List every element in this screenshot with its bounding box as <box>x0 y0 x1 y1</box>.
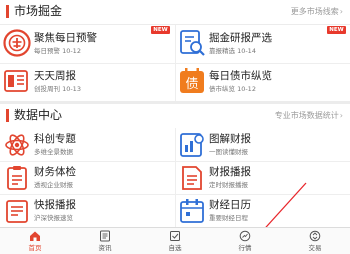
clipboard-check-icon <box>7 166 27 190</box>
tab-watchlist[interactable]: 自选 <box>140 228 210 254</box>
data-item-finance-calendar[interactable]: 财经日历 重要财经日程 <box>175 194 350 227</box>
item-name: 图解财报 <box>209 133 251 145</box>
data-item-illustrated-report[interactable]: 图解财报 一图读懂财报 <box>175 128 350 161</box>
data-center-grid: 科创专题 多维全景数据 图解财报 一图读懂财报 财务体检 透视企业财报 财报播报… <box>0 128 350 227</box>
tab-label: 行情 <box>238 244 252 252</box>
section-title: 市场掘金 <box>14 4 63 18</box>
tab-trade[interactable]: 交易 <box>280 228 350 254</box>
item-subtitle: 靠报精选 10-14 <box>209 47 256 55</box>
market-grid: 聚焦每日预警 每日预警 10-12 NEW 掘金研报严选 靠报精选 10-14 … <box>0 25 350 101</box>
chevron-right-icon: › <box>339 111 343 120</box>
section-title: 数据中心 <box>14 108 63 122</box>
item-subtitle: 创投周刊 10-13 <box>34 85 81 93</box>
tab-label: 交易 <box>308 244 322 252</box>
section-accent-bar <box>6 5 9 18</box>
item-subtitle: 一图读懂财报 <box>209 148 248 156</box>
report-search-icon <box>180 30 205 56</box>
svg-text:债: 债 <box>185 77 198 92</box>
item-name: 财务体检 <box>34 166 76 178</box>
flash-document-icon <box>6 200 28 223</box>
market-item-daily-alert[interactable]: 聚焦每日预警 每日预警 10-12 NEW <box>0 25 175 63</box>
item-subtitle: 债市纵览 10-12 <box>209 85 256 93</box>
tab-home[interactable]: 首页 <box>0 228 70 254</box>
item-name: 天天周报 <box>34 70 76 82</box>
tab-label: 资讯 <box>98 244 112 252</box>
bond-calendar-icon: 债 <box>180 68 204 93</box>
chart-report-icon <box>180 133 204 157</box>
item-name: 掘金研报严选 <box>209 32 272 44</box>
document-broadcast-icon <box>182 166 202 190</box>
chevron-right-icon: › <box>339 7 343 16</box>
data-item-flash-broadcast[interactable]: 快报播报 沪深快报速览 <box>0 194 175 227</box>
item-name: 财报播报 <box>209 166 251 178</box>
market-section-header: 市场掘金 更多市场线索› <box>0 0 350 24</box>
alert-seal-icon <box>3 29 31 57</box>
item-name: 快报播报 <box>34 199 76 211</box>
tab-news[interactable]: 资讯 <box>70 228 140 254</box>
item-subtitle: 透视企业财报 <box>34 181 73 189</box>
market-item-bond-overview[interactable]: 债 每日债市纵览 债市纵览 10-12 <box>175 63 350 101</box>
calendar-icon <box>180 199 204 223</box>
market-gauge-icon <box>239 230 251 242</box>
bottom-tab-bar: 首页 资讯 自选 行情 交易 <box>0 227 350 254</box>
more-link-label: 更多市场线索 <box>290 7 339 16</box>
tab-label: 自选 <box>168 244 182 252</box>
item-subtitle: 多维全景数据 <box>34 148 73 156</box>
item-name: 聚焦每日预警 <box>34 32 97 44</box>
item-subtitle: 重要财经日程 <box>209 214 248 222</box>
section-accent-bar <box>6 109 9 122</box>
item-name: 财经日历 <box>209 199 251 211</box>
checkbox-icon <box>170 231 180 241</box>
more-data-link[interactable]: 专业市场数据统计› <box>275 110 343 122</box>
more-market-link[interactable]: 更多市场线索› <box>291 6 343 18</box>
new-badge: NEW <box>327 26 346 34</box>
item-name: 科创专题 <box>34 133 76 145</box>
data-center-section-header: 数据中心 专业市场数据统计› <box>0 104 350 128</box>
new-badge: NEW <box>151 26 170 34</box>
market-item-weekly-report[interactable]: 天天周报 创投周刊 10-13 <box>0 63 175 101</box>
atom-icon <box>5 134 29 156</box>
weekly-report-icon <box>4 70 28 92</box>
tab-label: 首页 <box>28 244 42 252</box>
data-item-report-broadcast[interactable]: 财报播报 定时财报播报 <box>175 161 350 194</box>
news-icon <box>100 230 110 242</box>
data-item-tech-innovation[interactable]: 科创专题 多维全景数据 <box>0 128 175 161</box>
tab-market[interactable]: 行情 <box>210 228 280 254</box>
data-item-financial-checkup[interactable]: 财务体检 透视企业财报 <box>0 161 175 194</box>
item-subtitle: 定时财报播报 <box>209 181 248 189</box>
item-subtitle: 每日预警 10-12 <box>34 47 81 55</box>
market-item-research-picks[interactable]: 掘金研报严选 靠报精选 10-14 NEW <box>175 25 350 63</box>
item-name: 每日债市纵览 <box>209 70 272 82</box>
item-subtitle: 沪深快报速览 <box>34 214 73 222</box>
more-link-label: 专业市场数据统计 <box>274 111 339 120</box>
trade-icon <box>309 230 321 242</box>
home-icon <box>30 231 40 241</box>
